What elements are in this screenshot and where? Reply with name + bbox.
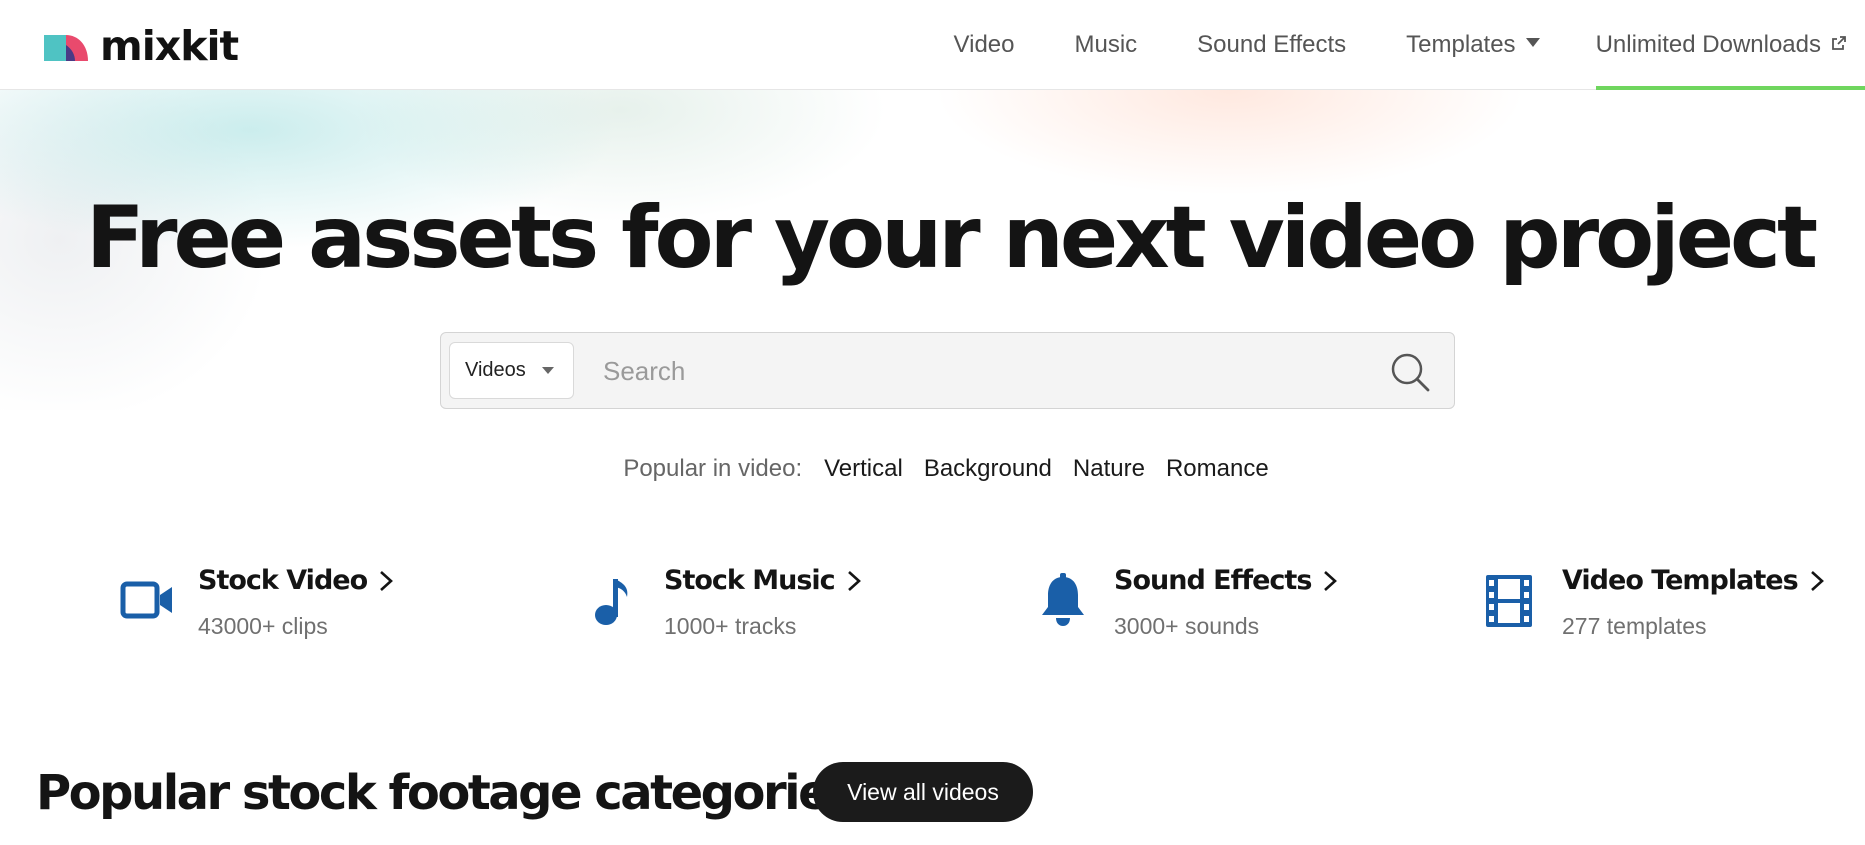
search-type-label: Videos (465, 359, 526, 381)
category-video-templates[interactable]: Video Templates 277 templates (1486, 565, 1824, 645)
mixkit-logo[interactable]: mixkit (44, 22, 239, 70)
main-nav: Video Music Sound Effects Templates Unli… (954, 0, 1865, 90)
brand-name: mixkit (100, 22, 239, 70)
site-header: mixkit Video Music Sound Effects Templat… (0, 0, 1865, 90)
view-all-videos-button[interactable]: View all videos (813, 762, 1033, 822)
search-type-select[interactable]: Videos (449, 342, 574, 399)
category-title-text: Stock Music (664, 565, 836, 596)
nav-templates-label: Templates (1406, 31, 1516, 58)
external-link-icon (1832, 36, 1846, 50)
category-sound-effects[interactable]: Sound Effects 3000+ sounds (1040, 565, 1360, 645)
category-subtitle: 277 templates (1562, 613, 1707, 639)
video-camera-icon (120, 581, 172, 619)
popular-searches: Popular in video: Vertical Background Na… (0, 455, 1865, 483)
popular-tag[interactable]: Nature (1073, 455, 1145, 483)
nav-sound-effects-label: Sound Effects (1197, 31, 1347, 58)
popular-tag[interactable]: Background (924, 455, 1052, 483)
search-bar: Videos (440, 332, 1455, 409)
popular-label: Popular in video: (623, 455, 803, 482)
hero-title: Free assets for your next video project (85, 188, 1818, 288)
category-title: Sound Effects (1114, 565, 1338, 596)
chevron-right-icon (380, 570, 394, 591)
search-input[interactable] (601, 343, 1301, 399)
popular-tag[interactable]: Romance (1166, 455, 1269, 483)
nav-music-label: Music (1074, 31, 1138, 58)
section-title: Popular stock footage categories (36, 765, 857, 821)
active-nav-underline (1595, 86, 1865, 90)
music-note-icon (595, 579, 628, 625)
category-title-text: Video Templates (1562, 565, 1799, 596)
category-subtitle: 3000+ sounds (1114, 613, 1260, 639)
nav-unlimited-downloads[interactable]: Unlimited Downloads (1595, 0, 1865, 90)
category-subtitle: 43000+ clips (198, 613, 328, 639)
mixkit-logo-mark-icon (44, 35, 88, 61)
film-strip-icon (1486, 575, 1532, 627)
nav-video-label: Video (953, 31, 1015, 58)
chevron-right-icon (1810, 570, 1824, 591)
chevron-right-icon (847, 570, 861, 591)
search-icon[interactable] (1390, 352, 1430, 392)
category-subtitle: 1000+ tracks (664, 613, 797, 639)
bell-icon (1042, 573, 1084, 626)
category-stock-video[interactable]: Stock Video 43000+ clips (120, 565, 420, 645)
nav-music[interactable]: Music (1075, 0, 1138, 90)
nav-unlimited-label: Unlimited Downloads (1595, 31, 1821, 58)
category-title: Stock Music (664, 565, 861, 596)
nav-sound-effects[interactable]: Sound Effects (1197, 0, 1346, 90)
chevron-down-icon (541, 367, 554, 374)
category-title-text: Sound Effects (1114, 565, 1312, 596)
category-title: Stock Video (198, 565, 394, 596)
category-stock-music[interactable]: Stock Music 1000+ tracks (593, 565, 893, 645)
caret-down-icon (1525, 37, 1540, 47)
nav-templates-dropdown[interactable]: Templates (1406, 0, 1540, 90)
chevron-right-icon (1324, 570, 1338, 591)
category-title-text: Stock Video (198, 565, 368, 596)
popular-tag[interactable]: Vertical (824, 455, 903, 483)
category-title: Video Templates (1562, 565, 1824, 596)
nav-video[interactable]: Video (954, 0, 1015, 90)
